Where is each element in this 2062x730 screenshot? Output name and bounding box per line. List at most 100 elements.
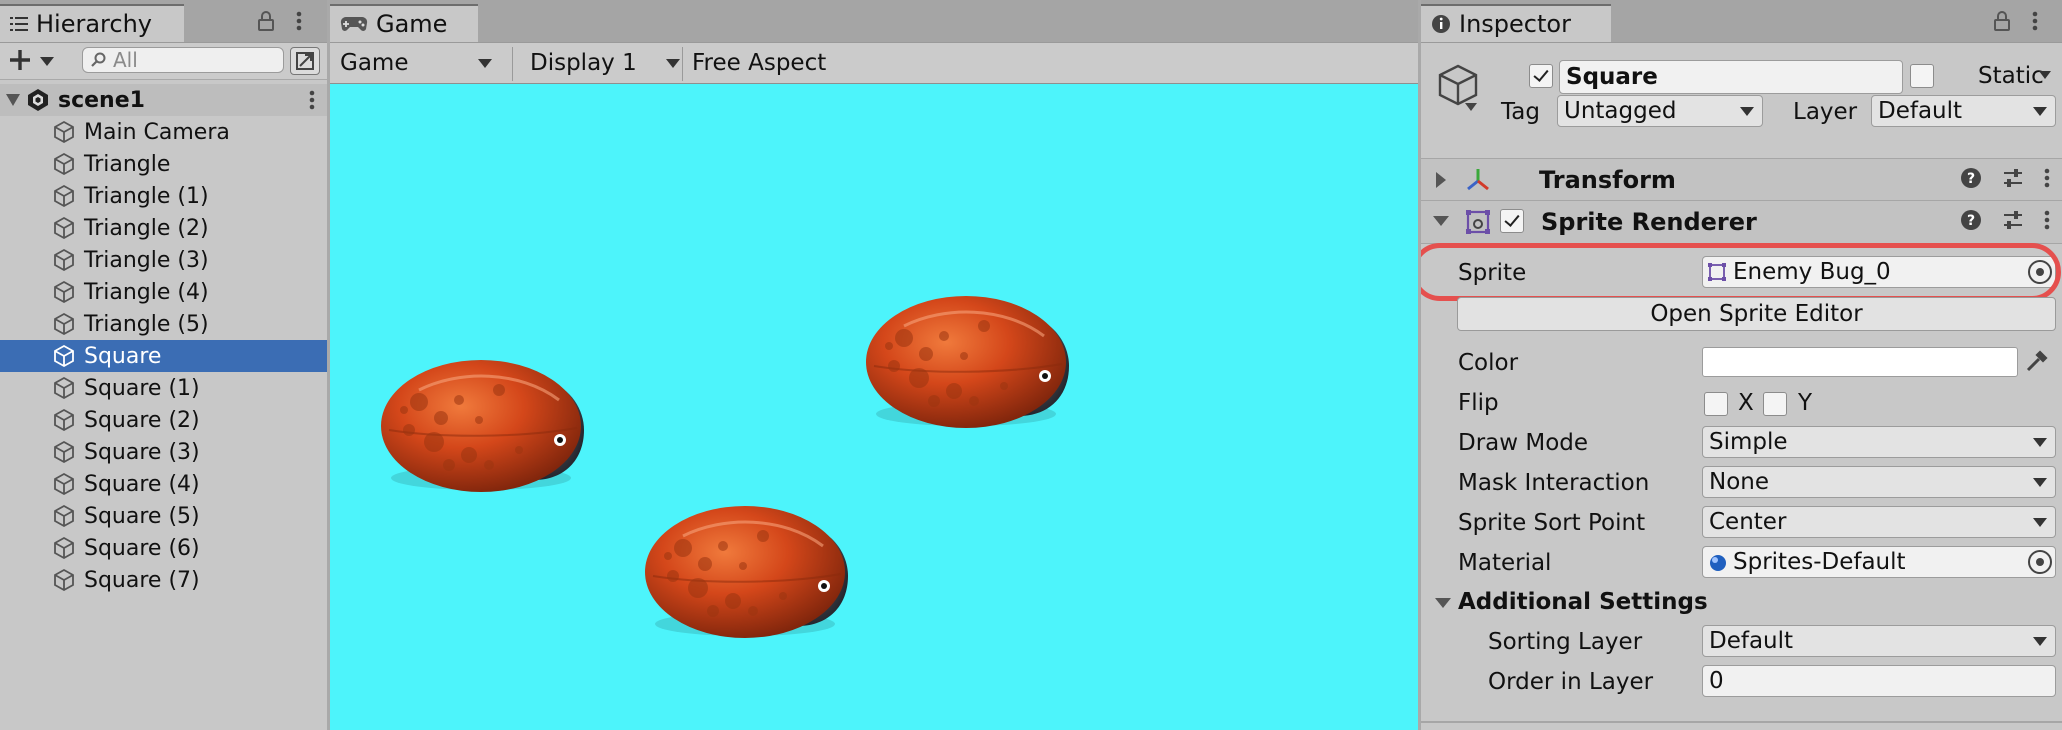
enemy-bug-sprite[interactable] [379, 330, 589, 495]
component-menu-icon[interactable] [2044, 168, 2050, 188]
sorting-layer-value: Default [1709, 628, 1794, 654]
chevron-down-icon[interactable] [2039, 71, 2051, 79]
hierarchy-item[interactable]: Square (6) [0, 532, 327, 564]
hierarchy-item-label: Square (1) [84, 375, 200, 401]
expand-triangle-icon[interactable] [1436, 172, 1446, 188]
help-icon[interactable]: ? [1960, 209, 1982, 231]
hierarchy-item[interactable]: Triangle (3) [0, 244, 327, 276]
kebab-menu-icon[interactable] [296, 11, 302, 31]
tab-hierarchy[interactable]: Hierarchy [0, 4, 184, 42]
hierarchy-item-label: Square (2) [84, 407, 200, 433]
chevron-down-icon[interactable] [40, 57, 54, 66]
hierarchy-item[interactable]: Triangle (5) [0, 308, 327, 340]
display-dropdown[interactable]: Display 1 [530, 43, 688, 83]
sprite-label: Sprite [1458, 260, 1527, 286]
hierarchy-search[interactable] [82, 47, 284, 73]
search-icon [91, 52, 107, 68]
enemy-bug-sprite[interactable] [864, 266, 1074, 431]
transform-header-icons: ? [1960, 167, 2050, 189]
additional-settings-label[interactable]: Additional Settings [1458, 589, 1708, 615]
transform-header[interactable]: Transform ? [1421, 158, 2062, 202]
presets-sliders-icon[interactable] [2002, 167, 2024, 189]
flip-x-checkbox[interactable] [1704, 392, 1728, 416]
search-input[interactable] [113, 48, 263, 72]
chevron-down-icon[interactable] [1465, 103, 1477, 111]
sprite-sort-point-dropdown[interactable]: Center [1702, 506, 2056, 538]
hierarchy-item[interactable]: Square [0, 340, 327, 372]
tag-label: Tag [1501, 99, 1540, 125]
scene-menu-icon[interactable] [309, 90, 315, 110]
hierarchy-item[interactable]: Square (2) [0, 404, 327, 436]
sprite-object-field[interactable]: Enemy Bug_0 [1702, 256, 2056, 288]
object-picker-icon[interactable] [2028, 260, 2052, 284]
hierarchy-item[interactable]: Triangle (2) [0, 212, 327, 244]
hierarchy-item-label: Triangle (4) [84, 279, 209, 305]
help-icon[interactable]: ? [1960, 167, 1982, 189]
hierarchy-item-label: Square (7) [84, 567, 200, 593]
gameobject-cube-icon [52, 280, 76, 304]
eyedropper-icon[interactable] [2023, 349, 2049, 375]
kebab-menu-icon[interactable] [2032, 11, 2038, 31]
sprite-renderer-header[interactable]: Sprite Renderer ? [1421, 200, 2062, 244]
scene-pick-button[interactable] [290, 47, 320, 75]
static-checkbox[interactable] [1910, 64, 1934, 88]
hierarchy-item[interactable]: Square (5) [0, 500, 327, 532]
gamepad-icon [340, 15, 368, 33]
material-sphere-icon [1709, 554, 1727, 572]
gameobject-cube-icon [52, 568, 76, 592]
pick-icon [296, 52, 314, 70]
game-view[interactable] [330, 84, 1418, 730]
material-value: Sprites-Default [1733, 549, 1906, 575]
component-menu-icon[interactable] [2044, 210, 2050, 230]
order-in-layer-field[interactable]: 0 [1702, 665, 2056, 697]
game-mode-dropdown[interactable]: Game [340, 43, 500, 83]
mask-interaction-dropdown[interactable]: None [1702, 466, 2056, 498]
expand-triangle-icon[interactable] [6, 94, 20, 106]
collapse-triangle-icon[interactable] [1433, 216, 1449, 226]
hierarchy-item-label: Main Camera [84, 119, 230, 145]
sprite-renderer-title: Sprite Renderer [1541, 208, 1757, 236]
sprite-renderer-enabled-checkbox[interactable] [1500, 209, 1524, 233]
presets-sliders-icon[interactable] [2002, 209, 2024, 231]
layer-label: Layer [1793, 99, 1858, 125]
hierarchy-item[interactable]: Square (4) [0, 468, 327, 500]
hierarchy-item[interactable]: Triangle [0, 148, 327, 180]
gameobject-cube-icon [52, 344, 76, 368]
gameobject-cube-icon [52, 376, 76, 400]
list-icon [10, 16, 28, 32]
tag-dropdown[interactable]: Untagged [1557, 95, 1763, 127]
object-picker-icon[interactable] [2028, 550, 2052, 574]
enemy-bug-sprite[interactable] [643, 476, 853, 641]
hierarchy-item[interactable]: Square (1) [0, 372, 327, 404]
game-panel: Game Game Display 1 Free Aspect [330, 0, 1418, 730]
material-object-field[interactable]: Sprites-Default [1702, 546, 2056, 578]
hierarchy-item[interactable]: Square (7) [0, 564, 327, 596]
add-icon[interactable] [8, 48, 32, 72]
tab-game[interactable]: Game [330, 4, 478, 42]
lock-icon[interactable] [258, 11, 274, 31]
flip-y-checkbox[interactable] [1763, 392, 1787, 416]
tab-inspector[interactable]: Inspector [1421, 4, 1611, 42]
hierarchy-item[interactable]: Square (3) [0, 436, 327, 468]
hierarchy-item[interactable]: Main Camera [0, 116, 327, 148]
collapse-triangle-icon[interactable] [1435, 598, 1451, 608]
flip-y-label: Y [1798, 390, 1813, 416]
static-label: Static [1978, 63, 2044, 89]
hierarchy-item[interactable]: Triangle (4) [0, 276, 327, 308]
color-swatch[interactable] [1702, 347, 2018, 377]
hierarchy-tree: scene1 Main Camera Triangle Triangle (1) Tr… [0, 84, 327, 596]
tag-value: Untagged [1564, 98, 1677, 124]
layer-dropdown[interactable]: Default [1871, 95, 2056, 127]
lock-icon[interactable] [1994, 11, 2010, 31]
active-checkbox[interactable] [1529, 64, 1553, 88]
sorting-layer-dropdown[interactable]: Default [1702, 625, 2056, 657]
order-in-layer-value: 0 [1709, 668, 1724, 694]
hierarchy-item-label: Triangle [84, 151, 171, 177]
aspect-dropdown[interactable]: Free Aspect [692, 43, 892, 83]
draw-mode-dropdown[interactable]: Simple [1702, 426, 2056, 458]
inspector-tab-icons [1994, 0, 2038, 42]
scene-row[interactable]: scene1 [0, 84, 327, 116]
open-sprite-editor-button[interactable]: Open Sprite Editor [1457, 297, 2056, 331]
object-name-field[interactable]: Square [1559, 60, 1903, 94]
hierarchy-item[interactable]: Triangle (1) [0, 180, 327, 212]
